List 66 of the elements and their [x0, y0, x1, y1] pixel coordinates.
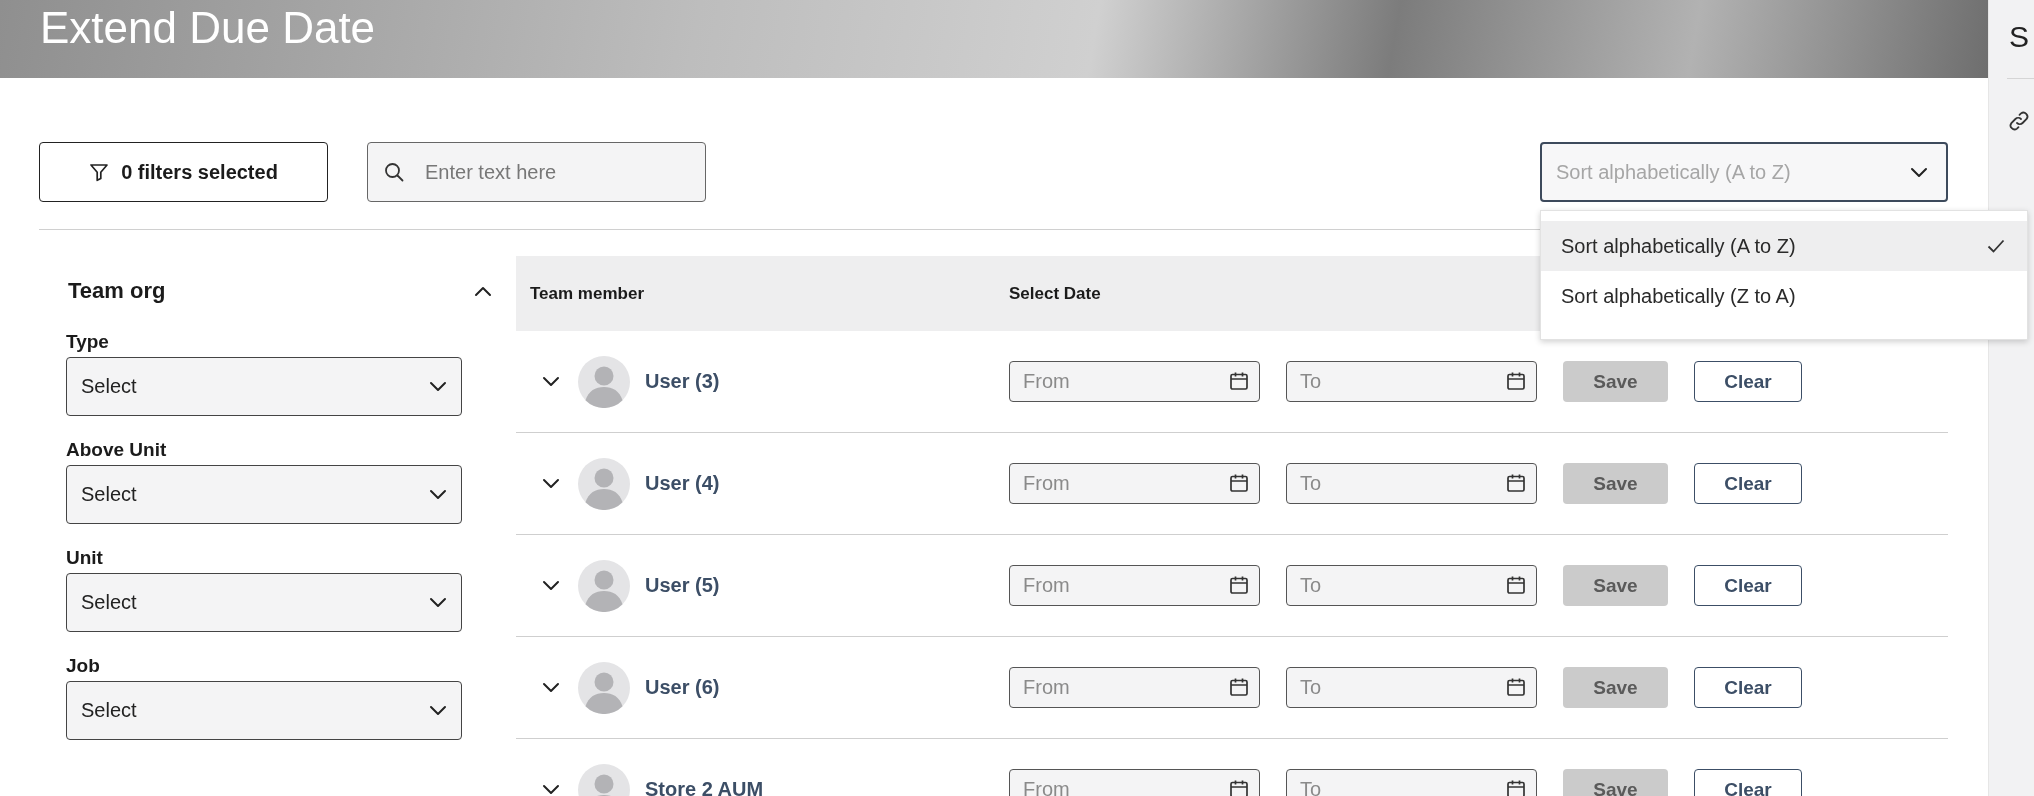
select-field[interactable]: Select	[66, 681, 462, 740]
date-field[interactable]: To	[1286, 565, 1537, 606]
team-member-link[interactable]: User (4)	[645, 472, 720, 495]
calendar-icon	[1506, 575, 1526, 595]
team-member-link[interactable]: User (6)	[645, 676, 720, 699]
field-label: Unit	[66, 546, 104, 570]
clear-button[interactable]: Clear	[1694, 565, 1802, 606]
field-label: Above Unit	[66, 438, 168, 462]
calendar-icon	[1506, 677, 1526, 697]
chevron-down-icon	[542, 580, 560, 591]
section-title: Team org	[68, 278, 166, 304]
date-field[interactable]: To	[1286, 463, 1537, 504]
team-member-link[interactable]: User (5)	[645, 574, 720, 597]
date-field[interactable]: From	[1009, 463, 1260, 504]
clear-button[interactable]: Clear	[1694, 463, 1802, 504]
calendar-icon	[1506, 779, 1526, 796]
page-title: Extend Due Date	[39, 2, 377, 54]
date-field[interactable]: To	[1286, 667, 1537, 708]
panel-title: S	[2008, 19, 2030, 55]
calendar-icon	[1229, 575, 1249, 595]
calendar-icon	[1229, 779, 1249, 796]
column-header: Select Date	[1009, 283, 1101, 304]
calendar-icon	[1506, 473, 1526, 493]
select-field[interactable]: Select	[66, 465, 462, 524]
chevron-down-icon	[429, 705, 447, 716]
filter-icon	[89, 162, 110, 182]
search-field[interactable]: Enter text here	[367, 142, 706, 202]
chevron-down-icon	[429, 489, 447, 500]
menu-option[interactable]: Sort alphabetically (A to Z)	[1541, 221, 2027, 271]
date-field[interactable]: From	[1009, 667, 1260, 708]
clear-button[interactable]: Clear	[1694, 769, 1802, 796]
team-member-link[interactable]: User (3)	[645, 370, 720, 393]
date-field[interactable]: To	[1286, 361, 1537, 402]
calendar-icon	[1229, 371, 1249, 391]
check-icon	[1987, 239, 2005, 253]
link-icon	[2007, 109, 2031, 133]
date-field[interactable]: From	[1009, 769, 1260, 796]
clear-button[interactable]: Clear	[1694, 667, 1802, 708]
calendar-icon	[1229, 473, 1249, 493]
chevron-up-icon	[474, 285, 492, 297]
chevron-down-icon	[542, 682, 560, 693]
chevron-down-icon	[429, 597, 447, 608]
menu-option[interactable]: Sort alphabetically (Z to A)	[1541, 271, 2027, 321]
field-label: Job	[66, 654, 101, 678]
team-member-link[interactable]: Store 2 AUM	[645, 778, 764, 796]
select-field[interactable]: Select	[66, 357, 462, 416]
chevron-down-icon	[542, 376, 560, 387]
search-icon	[384, 162, 404, 182]
calendar-icon	[1229, 677, 1249, 697]
avatar-icon	[578, 661, 630, 714]
avatar-icon	[578, 559, 630, 612]
clear-button[interactable]: Clear	[1694, 361, 1802, 402]
date-field[interactable]: From	[1009, 565, 1260, 606]
chevron-down-icon	[542, 478, 560, 489]
filter-button[interactable]: 0 filters selected	[39, 142, 328, 202]
chevron-down-icon	[542, 784, 560, 795]
calendar-icon	[1506, 371, 1526, 391]
field-label: Type	[66, 330, 110, 354]
date-field[interactable]: From	[1009, 361, 1260, 402]
date-field[interactable]: To	[1286, 769, 1537, 796]
column-header: Team member	[529, 283, 645, 304]
chevron-down-icon	[1910, 166, 1928, 178]
avatar-icon	[578, 457, 630, 510]
chevron-down-icon	[429, 381, 447, 392]
select-field[interactable]: Select	[66, 573, 462, 632]
avatar-icon	[578, 355, 630, 408]
